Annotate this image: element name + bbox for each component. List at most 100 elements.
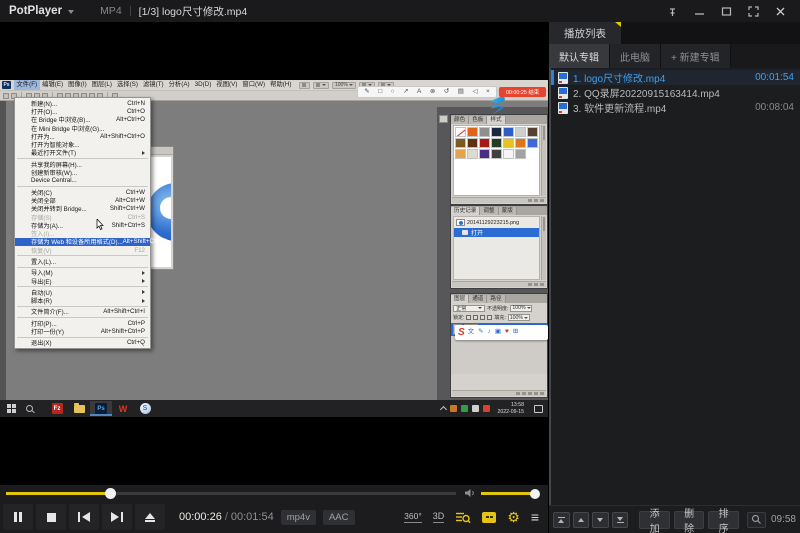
blend-mode-dropdown: 正常 — [453, 305, 485, 312]
recorder-tool-icon: ✎ — [478, 329, 483, 336]
playlist-search-icon[interactable] — [455, 511, 471, 524]
ps-menu-item: 文件(F) — [14, 80, 40, 90]
ps-panel-tab: 通道 — [469, 295, 487, 303]
volume-thumb[interactable] — [530, 489, 540, 499]
codec-badge: AAC — [323, 510, 355, 525]
pause-button[interactable] — [3, 504, 33, 530]
ps-menu-item: 图层(L) — [89, 80, 114, 90]
style-swatch — [527, 127, 538, 137]
history-open-entry: 打开 — [454, 228, 539, 237]
settings-gear-icon[interactable]: ⚙ — [507, 510, 520, 524]
move-up-button[interactable] — [573, 512, 590, 528]
seek-bar[interactable] — [6, 492, 456, 495]
ps-menu-item: 选择(S) — [114, 80, 140, 90]
minimize-button[interactable] — [689, 3, 709, 19]
style-swatch — [515, 127, 526, 137]
ps-panel-tab: 样式 — [487, 116, 505, 124]
tab-playlist[interactable]: 播放列表 — [549, 22, 621, 44]
ps-file-menu-item: 退出(X)Ctrl+Q — [15, 339, 150, 347]
fullscreen-button[interactable] — [743, 3, 763, 19]
taskbar-clock: 13:58 2022-09-15 — [494, 402, 527, 415]
ps-menu-item: 滤镜(T) — [140, 80, 166, 90]
annotation-tool-icon: ✎ — [364, 89, 369, 96]
video-3d-button[interactable]: 3D — [433, 511, 445, 523]
fill-value: 100% — [508, 314, 530, 321]
ps-zoom-level: 100% — [332, 82, 356, 89]
move-top-button[interactable] — [553, 512, 570, 528]
style-swatch — [455, 138, 466, 148]
subtitle-button[interactable] — [482, 512, 496, 523]
annotation-tool-icon: □ — [378, 89, 382, 96]
annotation-tool-icon: ↗ — [403, 89, 408, 96]
video-surface[interactable]: Ps 文件(F)编辑(E)图像(I)图层(L)选择(S)滤镜(T)分析(A)3D… — [0, 22, 548, 485]
style-swatch — [491, 138, 502, 148]
annotation-tool-icon: ↺ — [444, 89, 449, 96]
ps-toolbox-edge — [0, 101, 6, 400]
album-tab[interactable]: 默认专辑 — [549, 44, 610, 68]
potplayer-window: PotPlayer MP4 [1/3] logo尺寸修改.mp4 — [0, 0, 800, 533]
ps-menu-item: 3D(D) — [192, 80, 214, 90]
pin-icon[interactable] — [662, 3, 682, 19]
playlist-items: 1. logo尺寸修改.mp4 00:01:54 2. QQ录屏20220915… — [549, 68, 800, 505]
ps-bridge-icon — [299, 82, 310, 89]
system-tray: 13:58 2022-09-15 — [441, 402, 548, 415]
app-logo-text[interactable]: PotPlayer — [9, 5, 62, 17]
total-time: 00:01:54 — [231, 511, 274, 523]
playlist-action-button[interactable]: 删除 — [674, 511, 705, 529]
app-menu-chevron-icon[interactable] — [68, 10, 74, 14]
control-bar: 00:00:26/00:01:54 mp4v AAC 360° 3D ⚙ ≡ — [0, 485, 548, 533]
style-swatch — [503, 127, 514, 137]
time-display: 00:00:26/00:01:54 — [179, 511, 274, 523]
recorder-app-icon: S — [140, 403, 151, 414]
style-swatch — [479, 149, 490, 159]
tray-expand-icon — [440, 406, 447, 413]
close-button[interactable] — [770, 3, 790, 19]
seek-thumb[interactable] — [105, 488, 116, 499]
ps-panel-tab: 颜色 — [451, 116, 469, 124]
move-bottom-button[interactable] — [612, 512, 629, 528]
open-eject-button[interactable] — [135, 504, 165, 530]
recorder-tool-icon: ⊞ — [513, 329, 518, 336]
tray-icon-1 — [450, 405, 457, 412]
next-button[interactable] — [102, 504, 132, 530]
ps-menu-item: 窗口(W) — [240, 80, 268, 90]
ps-menu-item: 分析(A) — [166, 80, 192, 90]
ps-file-menu-item: 打印一份(Y)Alt+Shift+Ctrl+P — [15, 327, 150, 335]
style-swatch — [527, 138, 538, 148]
titlebar-divider — [130, 6, 131, 16]
album-tab[interactable]: + 新建专辑 — [661, 44, 731, 68]
wps-icon: W — [119, 404, 128, 414]
codec-badge: mp4v — [281, 510, 316, 525]
album-tab[interactable]: 此电脑 — [610, 44, 661, 68]
ps-panel-tab: 图层 — [451, 295, 469, 303]
video-file-icon — [558, 72, 568, 84]
stop-button[interactable] — [36, 504, 66, 530]
ps-file-menu-item: 创建新审核(W)... — [15, 168, 150, 176]
maximize-button[interactable] — [716, 3, 736, 19]
move-down-button[interactable] — [592, 512, 609, 528]
styles-scrollbar — [541, 125, 546, 196]
video-360-button[interactable]: 360° — [404, 511, 422, 523]
previous-button[interactable] — [69, 504, 99, 530]
playlist-item[interactable]: 2. QQ录屏20220915163414.mp4 — [551, 85, 800, 100]
playlist-search-box[interactable] — [747, 512, 766, 528]
ps-panel-tab: 色板 — [469, 116, 487, 124]
recorder-mini-toolbar: S 文✎♪▣♥⊞ — [455, 325, 548, 340]
playlist-item[interactable]: 3. 软件更新流程.mp4 00:08:04 — [551, 100, 800, 115]
annotation-tool-icon: ▤ — [458, 89, 464, 96]
tray-icon-3 — [472, 405, 479, 412]
playlist-item[interactable]: 1. logo尺寸修改.mp4 00:01:54 — [551, 70, 800, 85]
volume-bar[interactable] — [481, 492, 539, 495]
video-file-icon — [558, 102, 568, 114]
playlist-tab-row: 播放列表 — [549, 22, 800, 44]
video-frame-photoshop: Ps 文件(F)编辑(E)图像(I)图层(L)选择(S)滤镜(T)分析(A)3D… — [0, 80, 548, 417]
annotation-tool-icon: × — [486, 89, 490, 96]
volume-icon[interactable] — [464, 488, 477, 498]
ps-layers-panel: 图层通道路径 正常 不透明度: 100% — [450, 293, 548, 398]
playlist-action-button[interactable]: 添加 — [639, 511, 670, 529]
playlist-action-button[interactable]: 排序 — [708, 511, 739, 529]
video-taskbar: Fz Ps W S 13:58 — [0, 400, 548, 417]
hamburger-menu-icon[interactable]: ≡ — [531, 510, 539, 524]
ps-file-menu-item: 文件简介(F)...Alt+Shift+Ctrl+I — [15, 308, 150, 316]
ps-history-panel: 历史记录调整蒙版 20141129223215.png 打开 — [450, 205, 548, 289]
